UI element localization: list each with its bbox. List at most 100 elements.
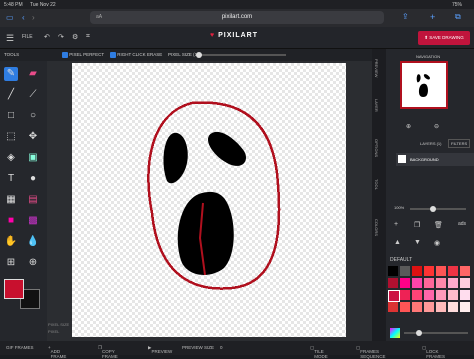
- palette-swatch[interactable]: [424, 302, 434, 312]
- palette-swatch[interactable]: [448, 290, 458, 300]
- layer-delete-icon[interactable]: 🗑: [434, 221, 443, 229]
- add-frame-button[interactable]: + ADD FRAME: [48, 345, 66, 359]
- palette-swatch[interactable]: [448, 302, 458, 312]
- tab-options[interactable]: OPTIONS: [374, 139, 379, 157]
- menu-icon[interactable]: ☰: [6, 33, 14, 44]
- palette-swatch[interactable]: [412, 302, 422, 312]
- undo-icon[interactable]: ↶: [44, 33, 50, 41]
- palette-swatch[interactable]: [436, 302, 446, 312]
- tile-mode-toggle[interactable]: ▢ TILE MODE: [310, 345, 328, 359]
- pixel-perfect-option[interactable]: PIXEL PERFECT: [62, 52, 104, 58]
- tab-layer[interactable]: LAYER: [374, 99, 379, 112]
- pixel-size-slider[interactable]: [196, 52, 286, 58]
- zoom-icon[interactable]: ⊕: [26, 256, 40, 270]
- zoom-slider[interactable]: [410, 206, 466, 212]
- palette-swatch[interactable]: [436, 266, 446, 276]
- layer-duplicate-icon[interactable]: ❐: [414, 221, 420, 229]
- palette-swatch[interactable]: [460, 302, 470, 312]
- grid-icon[interactable]: ⌗: [86, 33, 90, 41]
- shape-icon[interactable]: ■: [4, 214, 18, 228]
- palette-name[interactable]: DEFAULT: [390, 257, 412, 263]
- text-icon[interactable]: T: [4, 172, 18, 186]
- palette-swatch[interactable]: [400, 290, 410, 300]
- filters-button[interactable]: FILTERS: [448, 139, 471, 148]
- brush-icon[interactable]: ⟋: [26, 88, 40, 102]
- palette-swatch[interactable]: [388, 302, 398, 312]
- palette-swatch[interactable]: [424, 278, 434, 288]
- dither-icon[interactable]: ▦: [4, 193, 18, 207]
- palette-swatch[interactable]: [412, 278, 422, 288]
- text-size-button[interactable]: aA: [96, 11, 102, 24]
- new-tab-icon[interactable]: +: [430, 12, 435, 22]
- layer-up-icon[interactable]: ▲: [394, 239, 401, 246]
- share-icon[interactable]: ⇪: [402, 12, 409, 21]
- pixel-size-slider-thumb[interactable]: [196, 52, 202, 58]
- palette-swatch[interactable]: [436, 290, 446, 300]
- palette-swatch[interactable]: [388, 290, 400, 302]
- palette-swatch[interactable]: [460, 290, 470, 300]
- eraser-icon[interactable]: ▰: [26, 67, 40, 81]
- frames-sequence-toggle[interactable]: ▢ FRAMES SEQUENCE: [356, 345, 386, 359]
- palette-swatch[interactable]: [460, 278, 470, 288]
- zoom-slider-thumb[interactable]: [430, 206, 436, 212]
- right-click-erase-option[interactable]: RIGHT CLICK ERASE: [110, 52, 162, 58]
- tab-tool[interactable]: TOOL: [374, 179, 379, 190]
- preview-size-value[interactable]: 0: [220, 345, 223, 350]
- mirror-icon[interactable]: ▩: [26, 214, 40, 228]
- color-fill-icon[interactable]: ▣: [26, 151, 40, 165]
- layer-row[interactable]: BACKGROUND: [396, 153, 474, 166]
- palette-swatch[interactable]: [460, 266, 470, 276]
- circle-icon[interactable]: ○: [26, 109, 40, 123]
- palette-swatch[interactable]: [400, 278, 410, 288]
- select-icon[interactable]: ⬚: [4, 130, 18, 144]
- pixel-perfect-checkbox[interactable]: [62, 52, 68, 58]
- zoom-in-icon[interactable]: ⊕: [406, 123, 411, 130]
- palette-swatch[interactable]: [412, 290, 422, 300]
- tab-colors[interactable]: COLORS: [374, 219, 379, 236]
- address-bar[interactable]: aA pixilart.com: [90, 11, 384, 24]
- tabs-overview-icon[interactable]: ⧉: [455, 12, 461, 22]
- tab-preview[interactable]: PREVIEW: [374, 59, 379, 77]
- rectangle-icon[interactable]: □: [4, 109, 18, 123]
- back-icon[interactable]: ‹: [22, 13, 25, 22]
- drawing-canvas[interactable]: [72, 63, 346, 337]
- gradient-icon[interactable]: ▤: [26, 193, 40, 207]
- palette-swatch[interactable]: [448, 278, 458, 288]
- palette-swatch[interactable]: [424, 290, 434, 300]
- right-click-erase-checkbox[interactable]: [110, 52, 116, 58]
- layer-visibility-icon[interactable]: ◉: [434, 239, 440, 247]
- palette-swatch[interactable]: [400, 302, 410, 312]
- palette-swatch[interactable]: [388, 278, 398, 288]
- line-icon[interactable]: ╱: [4, 88, 18, 102]
- lock-frames-toggle[interactable]: ▢ LOCK FRAMES: [422, 345, 445, 359]
- settings-icon[interactable]: ⚙: [72, 33, 78, 41]
- palette-swatch[interactable]: [436, 278, 446, 288]
- color-picker-icon[interactable]: [390, 328, 400, 338]
- dropper-icon[interactable]: 💧: [26, 235, 40, 249]
- forward-icon[interactable]: ›: [32, 13, 35, 22]
- pencil-icon[interactable]: ✎: [4, 67, 18, 81]
- sidebar-toggle-icon[interactable]: ▭: [6, 13, 14, 22]
- layer-add-icon[interactable]: +: [394, 221, 398, 228]
- light-icon[interactable]: ●: [26, 172, 40, 186]
- preview-button[interactable]: ▶ PREVIEW: [148, 345, 172, 354]
- palette-swatch[interactable]: [400, 266, 410, 276]
- hand-icon[interactable]: ✋: [4, 235, 18, 249]
- zoom-out-icon[interactable]: ⊖: [434, 123, 439, 130]
- save-drawing-button[interactable]: ⬆ SAVE DRAWING: [418, 31, 470, 45]
- palette-swatch[interactable]: [388, 266, 398, 276]
- fill-bucket-icon[interactable]: ◈: [4, 151, 18, 165]
- move-icon[interactable]: ✥: [26, 130, 40, 144]
- smudge-icon[interactable]: ⊞: [4, 256, 18, 270]
- copy-frame-button[interactable]: ❐ COPY FRAME: [98, 345, 118, 359]
- gif-frames-label[interactable]: GIF FRAMES: [6, 345, 34, 350]
- palette-swatch[interactable]: [448, 266, 458, 276]
- layer-down-icon[interactable]: ▼: [414, 239, 421, 246]
- navigation-preview[interactable]: [400, 61, 448, 109]
- opacity-slider-thumb[interactable]: [416, 330, 422, 336]
- palette-swatch[interactable]: [424, 266, 434, 276]
- opacity-slider[interactable]: [404, 330, 468, 336]
- redo-icon[interactable]: ↷: [58, 33, 64, 41]
- primary-color-swatch[interactable]: [4, 279, 24, 299]
- palette-swatch[interactable]: [412, 266, 422, 276]
